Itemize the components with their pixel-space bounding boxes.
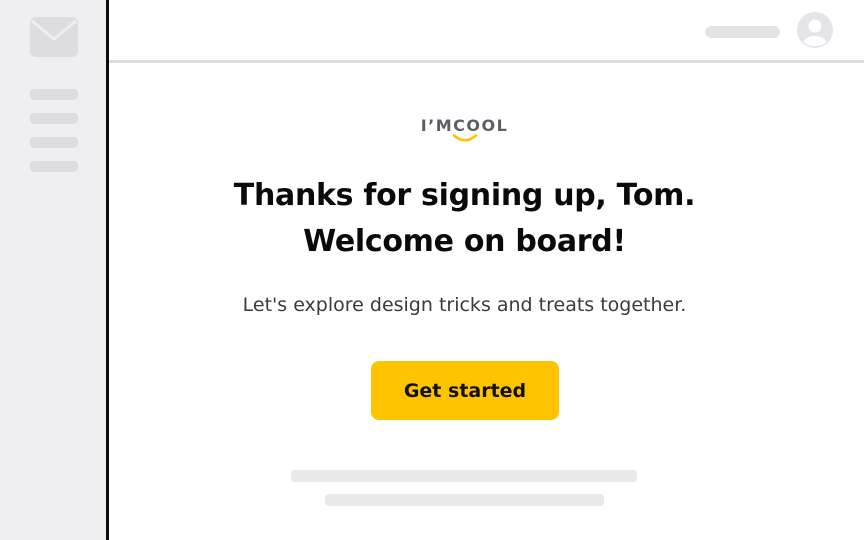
email-body: I’MCOOL Thanks for signing up, Tom. Welc… — [109, 63, 864, 540]
sidebar-placeholder-line[interactable] — [30, 113, 78, 124]
welcome-subtext: Let's explore design tricks and treats t… — [242, 294, 687, 316]
sidebar-placeholder-line[interactable] — [30, 89, 78, 100]
footer-placeholder-line — [291, 470, 637, 482]
sidebar — [0, 0, 109, 540]
mail-icon[interactable] — [30, 17, 78, 57]
welcome-headline: Thanks for signing up, Tom. Welcome on b… — [109, 173, 820, 265]
brand-logo: I’MCOOL — [109, 116, 820, 142]
get-started-button[interactable]: Get started — [371, 361, 559, 420]
header-placeholder-pill — [705, 26, 780, 38]
user-avatar-icon[interactable] — [797, 12, 833, 48]
headline-line-1: Thanks for signing up, Tom. — [233, 178, 696, 213]
top-bar — [109, 0, 864, 63]
headline-line-2: Welcome on board! — [303, 224, 626, 259]
footer-placeholder-line — [325, 494, 604, 506]
brand-logo-text: I’MCOOL — [420, 116, 509, 135]
sidebar-placeholder-line[interactable] — [30, 161, 78, 172]
sidebar-placeholder-line[interactable] — [30, 137, 78, 148]
